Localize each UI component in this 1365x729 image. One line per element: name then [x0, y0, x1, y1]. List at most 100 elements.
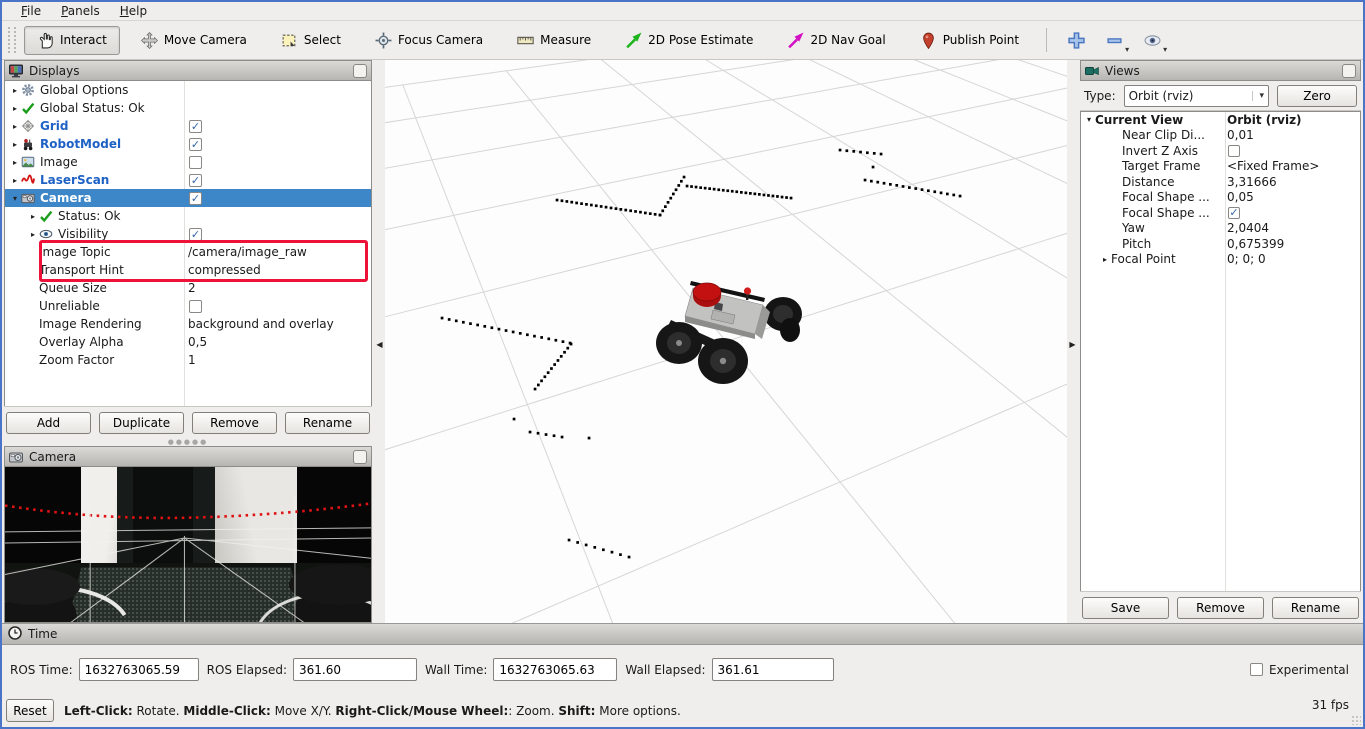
tool-interact[interactable]: Interact — [24, 26, 120, 55]
camera-visibility-button[interactable]: ▾ — [1135, 26, 1169, 54]
row-value[interactable]: 1 — [188, 353, 196, 367]
views-row-near-clip-di-[interactable]: Near Clip Di...0,01 — [1081, 128, 1360, 144]
reset-button[interactable]: Reset — [6, 699, 54, 722]
expander-open-icon[interactable]: ▾ — [9, 194, 21, 203]
menu-help[interactable]: Help — [111, 3, 156, 19]
zoom-in-button[interactable] — [1059, 26, 1093, 54]
camera-panel-header[interactable]: Camera — [5, 447, 371, 467]
views-row-focal-shape-[interactable]: Focal Shape ...0,05 — [1081, 190, 1360, 206]
time-field-input[interactable] — [712, 658, 834, 681]
tool-select[interactable]: Select — [268, 26, 354, 55]
property-checkbox[interactable] — [1228, 145, 1240, 157]
row-value[interactable]: 0,05 — [1227, 190, 1254, 204]
row-value[interactable]: 0,675399 — [1227, 237, 1284, 251]
zero-button[interactable]: Zero — [1277, 85, 1357, 107]
views-remove-button[interactable]: Remove — [1177, 597, 1264, 619]
views-row-invert-z-axis[interactable]: Invert Z Axis — [1081, 143, 1360, 159]
time-field-input[interactable] — [79, 658, 199, 681]
experimental-checkbox[interactable] — [1250, 663, 1263, 676]
views-row-focal-point[interactable]: ▸Focal Point0; 0; 0 — [1081, 252, 1360, 268]
displays-row-laserscan[interactable]: ▸LaserScan✓ — [5, 171, 371, 189]
resize-grip[interactable] — [1351, 715, 1361, 725]
camera-panel-float-button[interactable] — [353, 450, 367, 464]
time-field-input[interactable] — [293, 658, 417, 681]
expander-closed-icon[interactable]: ▸ — [9, 140, 21, 149]
views-panel-header[interactable]: Views — [1081, 61, 1360, 81]
menu-file[interactable]: File — [12, 3, 50, 19]
displays-row-status-ok[interactable]: ▸Status: Ok — [5, 207, 371, 225]
row-value[interactable]: compressed — [188, 263, 261, 277]
views-rename-button[interactable]: Rename — [1272, 597, 1359, 619]
row-value[interactable]: background and overlay — [188, 317, 334, 331]
views-row-pitch[interactable]: Pitch0,675399 — [1081, 236, 1360, 252]
views-row-focal-shape-[interactable]: Focal Shape ...✓ — [1081, 205, 1360, 221]
views-row-distance[interactable]: Distance3,31666 — [1081, 174, 1360, 190]
displays-row-overlay-alpha[interactable]: Overlay Alpha0,5 — [5, 333, 371, 351]
enabled-checkbox[interactable] — [189, 156, 202, 169]
displays-panel-header[interactable]: Displays — [5, 61, 371, 81]
tool-move-camera[interactable]: Move Camera — [128, 26, 260, 55]
displays-row-grid[interactable]: ▸Grid✓ — [5, 117, 371, 135]
3d-viewport[interactable] — [385, 60, 1067, 623]
time-panel-header[interactable]: Time — [2, 624, 1363, 645]
tool-focus-camera[interactable]: Focus Camera — [362, 26, 496, 55]
displays-row-robotmodel[interactable]: ▸RobotModel✓ — [5, 135, 371, 153]
row-value[interactable]: 2 — [188, 281, 196, 295]
row-value[interactable]: 2,0404 — [1227, 221, 1269, 235]
enabled-checkbox[interactable]: ✓ — [189, 174, 202, 187]
displays-rename-button[interactable]: Rename — [285, 412, 370, 434]
row-value[interactable]: 0; 0; 0 — [1227, 252, 1266, 266]
expander-closed-icon[interactable]: ▸ — [27, 230, 39, 239]
expander-closed-icon[interactable]: ▸ — [9, 176, 21, 185]
tool-publish-point[interactable]: Publish Point — [907, 26, 1032, 55]
dock-splitter[interactable]: ●●●●● — [4, 438, 372, 446]
displays-remove-button[interactable]: Remove — [192, 412, 277, 434]
expander-open-icon[interactable]: ▾ — [1083, 115, 1095, 124]
views-row-current-view[interactable]: ▾Current ViewOrbit (rviz) — [1081, 112, 1360, 128]
displays-row-zoom-factor[interactable]: Zoom Factor1 — [5, 351, 371, 369]
displays-row-image-topic[interactable]: Image Topic/camera/image_raw — [5, 243, 371, 261]
views-panel-float-button[interactable] — [1342, 64, 1356, 78]
enabled-checkbox[interactable]: ✓ — [189, 138, 202, 151]
displays-row-visibility[interactable]: ▸Visibility✓ — [5, 225, 371, 243]
row-value[interactable]: Orbit (rviz) — [1227, 113, 1302, 127]
displays-row-image-rendering[interactable]: Image Renderingbackground and overlay — [5, 315, 371, 333]
expander-closed-icon[interactable]: ▸ — [9, 104, 21, 113]
row-value[interactable]: /camera/image_raw — [188, 245, 307, 259]
expander-closed-icon[interactable]: ▸ — [9, 158, 21, 167]
enabled-checkbox[interactable] — [189, 300, 202, 313]
row-value[interactable]: 0,5 — [188, 335, 207, 349]
views-save-button[interactable]: Save — [1082, 597, 1169, 619]
displays-row-global-options[interactable]: ▸Global Options — [5, 81, 371, 99]
displays-row-camera[interactable]: ▾Camera✓ — [5, 189, 371, 207]
tool-2d-pose-estimate[interactable]: 2D Pose Estimate — [612, 26, 766, 55]
expander-closed-icon[interactable]: ▸ — [27, 212, 39, 221]
displays-add-button[interactable]: Add — [6, 412, 91, 434]
tool-measure[interactable]: Measure — [504, 26, 604, 55]
enabled-checkbox[interactable]: ✓ — [189, 192, 202, 205]
menu-panels[interactable]: Panels — [52, 3, 109, 19]
collapse-left-dock-arrow[interactable]: ◀ — [374, 332, 385, 356]
displays-row-transport-hint[interactable]: Transport Hintcompressed — [5, 261, 371, 279]
displays-duplicate-button[interactable]: Duplicate — [99, 412, 184, 434]
expander-closed-icon[interactable]: ▸ — [9, 122, 21, 131]
row-value[interactable]: 3,31666 — [1227, 175, 1277, 189]
expander-closed-icon[interactable]: ▸ — [9, 86, 21, 95]
time-field-input[interactable] — [493, 658, 617, 681]
view-type-combo[interactable]: Orbit (rviz) ▾ — [1124, 85, 1269, 107]
enabled-checkbox[interactable]: ✓ — [189, 228, 202, 241]
views-row-yaw[interactable]: Yaw2,0404 — [1081, 221, 1360, 237]
displays-row-image[interactable]: ▸Image — [5, 153, 371, 171]
property-checkbox[interactable]: ✓ — [1228, 207, 1240, 219]
views-row-target-frame[interactable]: Target Frame<Fixed Frame> — [1081, 159, 1360, 175]
expander-closed-icon[interactable]: ▸ — [1099, 255, 1111, 264]
displays-panel-float-button[interactable] — [353, 64, 367, 78]
row-value[interactable]: <Fixed Frame> — [1227, 159, 1319, 173]
collapse-right-dock-arrow[interactable]: ▶ — [1067, 332, 1078, 356]
zoom-out-button[interactable]: ▾ — [1097, 26, 1131, 54]
displays-row-global-status-ok[interactable]: ▸Global Status: Ok — [5, 99, 371, 117]
displays-row-unreliable[interactable]: Unreliable — [5, 297, 371, 315]
row-value[interactable]: 0,01 — [1227, 128, 1254, 142]
tool-2d-nav-goal[interactable]: 2D Nav Goal — [774, 26, 898, 55]
toolbar-drag-handle[interactable] — [8, 27, 16, 53]
